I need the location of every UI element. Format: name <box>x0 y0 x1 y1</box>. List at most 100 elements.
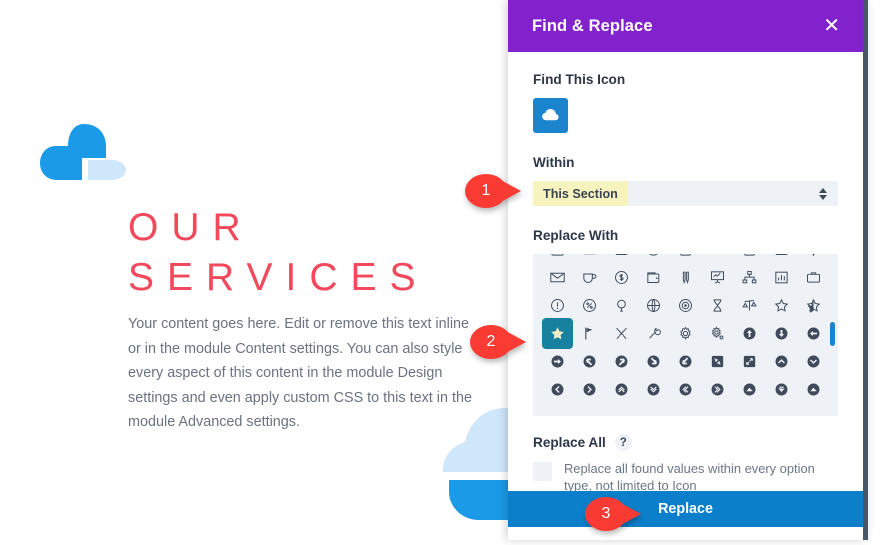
icon-cell-note-icon[interactable] <box>669 254 701 263</box>
box-icon <box>776 254 788 255</box>
icon-cell-tools-icon[interactable] <box>605 319 637 347</box>
icon-cell-wallet-icon[interactable] <box>637 263 669 291</box>
percent-circle-icon <box>582 298 596 312</box>
icon-cell-circle-icon[interactable] <box>637 254 669 263</box>
replace-button-label: Replace <box>658 501 713 517</box>
icon-cell-briefcase-icon[interactable] <box>798 263 830 291</box>
bag-icon <box>744 254 756 256</box>
annotation-marker-3: 3 <box>585 497 641 531</box>
caret-down-icon <box>775 383 788 395</box>
icon-cell-book-icon[interactable] <box>541 254 573 263</box>
icon-cell-chevrons-left-circle-icon[interactable] <box>669 375 701 403</box>
icon-cell-wrench-icon[interactable] <box>637 319 669 347</box>
tools-icon <box>615 327 627 339</box>
wrench-icon <box>649 327 661 338</box>
icon-cell-star-outline-icon[interactable] <box>766 291 798 319</box>
icon-cell-flag-icon[interactable] <box>573 319 605 347</box>
icon-grid <box>533 254 838 403</box>
note-icon <box>680 254 691 256</box>
icon-cell-bag-icon[interactable] <box>734 254 766 263</box>
icon-cell-chevrons-right-circle-icon[interactable] <box>702 375 734 403</box>
icon-grid-scrollbar[interactable] <box>830 322 835 346</box>
caret-up-icon <box>743 383 756 395</box>
icon-cell-box-icon[interactable] <box>766 254 798 263</box>
icon-cell-card-icon[interactable] <box>573 254 605 263</box>
icon-cell-pin-icon[interactable] <box>798 254 830 263</box>
icon-cell-chevron-down-circle-icon[interactable] <box>798 347 830 375</box>
chevrons-down-circle-icon <box>647 383 660 395</box>
icon-cell-exclamation-circle-icon[interactable] <box>541 291 573 319</box>
icon-cell-compress-icon[interactable] <box>702 347 734 375</box>
balloon-icon <box>616 299 626 312</box>
icon-cell-arrow-downleft-circle-icon[interactable] <box>669 347 701 375</box>
icon-cell-star-half-icon[interactable] <box>798 291 830 319</box>
icon-cell-arrow-left-circle-icon[interactable] <box>798 319 830 347</box>
icon-cell-target-icon[interactable] <box>669 291 701 319</box>
cup-icon <box>582 272 597 283</box>
star-half-icon <box>807 298 821 313</box>
chevrons-left-circle-icon <box>679 383 692 395</box>
arrow-left-circle-icon <box>807 327 820 339</box>
hourglass-icon <box>713 298 722 312</box>
icon-cell-chevrons-down-circle-icon[interactable] <box>637 375 669 403</box>
icon-cell-envelope-icon[interactable] <box>541 263 573 291</box>
icon-cell-arrow-upleft-circle-icon[interactable] <box>573 347 605 375</box>
icon-cell-chevron-left-circle-icon[interactable] <box>541 375 573 403</box>
replace-all-label: Replace All <box>533 435 606 450</box>
icon-cell-percent-circle-icon[interactable] <box>573 291 605 319</box>
expand-icon <box>744 355 756 367</box>
chevron-left-circle-icon <box>551 383 563 395</box>
icon-cell-chevrons-up-circle-icon[interactable] <box>605 375 637 403</box>
sitemap-icon <box>742 270 757 283</box>
icon-cell-caret-up-icon[interactable] <box>734 375 766 403</box>
book-icon <box>551 254 564 256</box>
icon-cell-dollar-circle-icon[interactable] <box>605 263 637 291</box>
icon-cell-caret-up-alt-icon[interactable] <box>798 375 830 403</box>
icon-cell-star-icon[interactable] <box>541 317 574 349</box>
icon-cell-cup-icon[interactable] <box>573 263 605 291</box>
marker-number: 3 <box>601 505 611 522</box>
icon-cell-pens-icon[interactable] <box>669 263 701 291</box>
find-icon-preview[interactable] <box>533 98 568 133</box>
icon-cell-chevron-right-circle-icon[interactable] <box>573 375 605 403</box>
icon-cell-scales-icon[interactable] <box>734 291 766 319</box>
icon-cell-gear-icon[interactable] <box>669 319 701 347</box>
icon-cell-presentation-chart-icon[interactable] <box>702 263 734 291</box>
icon-cell-gear-small-icon[interactable] <box>702 319 734 347</box>
arrow-upright-circle-icon <box>615 355 628 367</box>
icon-cell-arrow-upright-circle-icon[interactable] <box>605 347 637 375</box>
close-icon[interactable]: ✕ <box>818 12 845 40</box>
modal-header: Find & Replace ✕ <box>508 0 863 52</box>
icon-cell-tag-icon[interactable] <box>605 254 637 263</box>
replace-all-checkbox[interactable] <box>533 462 552 481</box>
chevron-up-circle-icon <box>775 355 788 367</box>
icon-cell-chevron-up-circle-icon[interactable] <box>766 347 798 375</box>
icon-cell-bar-chart-icon[interactable] <box>766 263 798 291</box>
replace-button[interactable]: Replace <box>508 491 863 527</box>
icon-cell-expand-icon[interactable] <box>734 347 766 375</box>
icon-cell-balloon-icon[interactable] <box>605 291 637 319</box>
bar-chart-icon <box>775 271 788 283</box>
pens-icon <box>682 271 689 284</box>
star-outline-icon <box>775 298 789 312</box>
modal-title: Find & Replace <box>532 16 653 35</box>
pin-icon <box>813 254 815 256</box>
icon-cell-caret-down-icon[interactable] <box>766 375 798 403</box>
icon-cell-sitemap-icon[interactable] <box>734 263 766 291</box>
chevrons-right-circle-icon <box>711 383 724 395</box>
icon-cell-arrow-down-circle-icon[interactable] <box>766 319 798 347</box>
icon-cell-hourglass-icon[interactable] <box>702 291 734 319</box>
cloud-logo-icon <box>38 118 130 192</box>
help-icon[interactable]: ? <box>614 434 632 451</box>
icon-cell-globe-icon[interactable] <box>637 291 669 319</box>
arrow-downright-circle-icon <box>647 355 660 367</box>
tray-icon <box>709 254 726 258</box>
icon-cell-tray-icon[interactable] <box>702 254 734 263</box>
within-select-value: This Section <box>533 181 628 206</box>
icon-cell-arrow-downright-circle-icon[interactable] <box>637 347 669 375</box>
replace-all-option: Replace all found values within every op… <box>533 460 838 494</box>
within-select[interactable]: This Section <box>533 181 838 206</box>
icon-cell-arrow-right-circle-icon[interactable] <box>541 347 573 375</box>
tag-icon <box>615 254 627 255</box>
icon-cell-arrow-up-circle-icon[interactable] <box>734 319 766 347</box>
